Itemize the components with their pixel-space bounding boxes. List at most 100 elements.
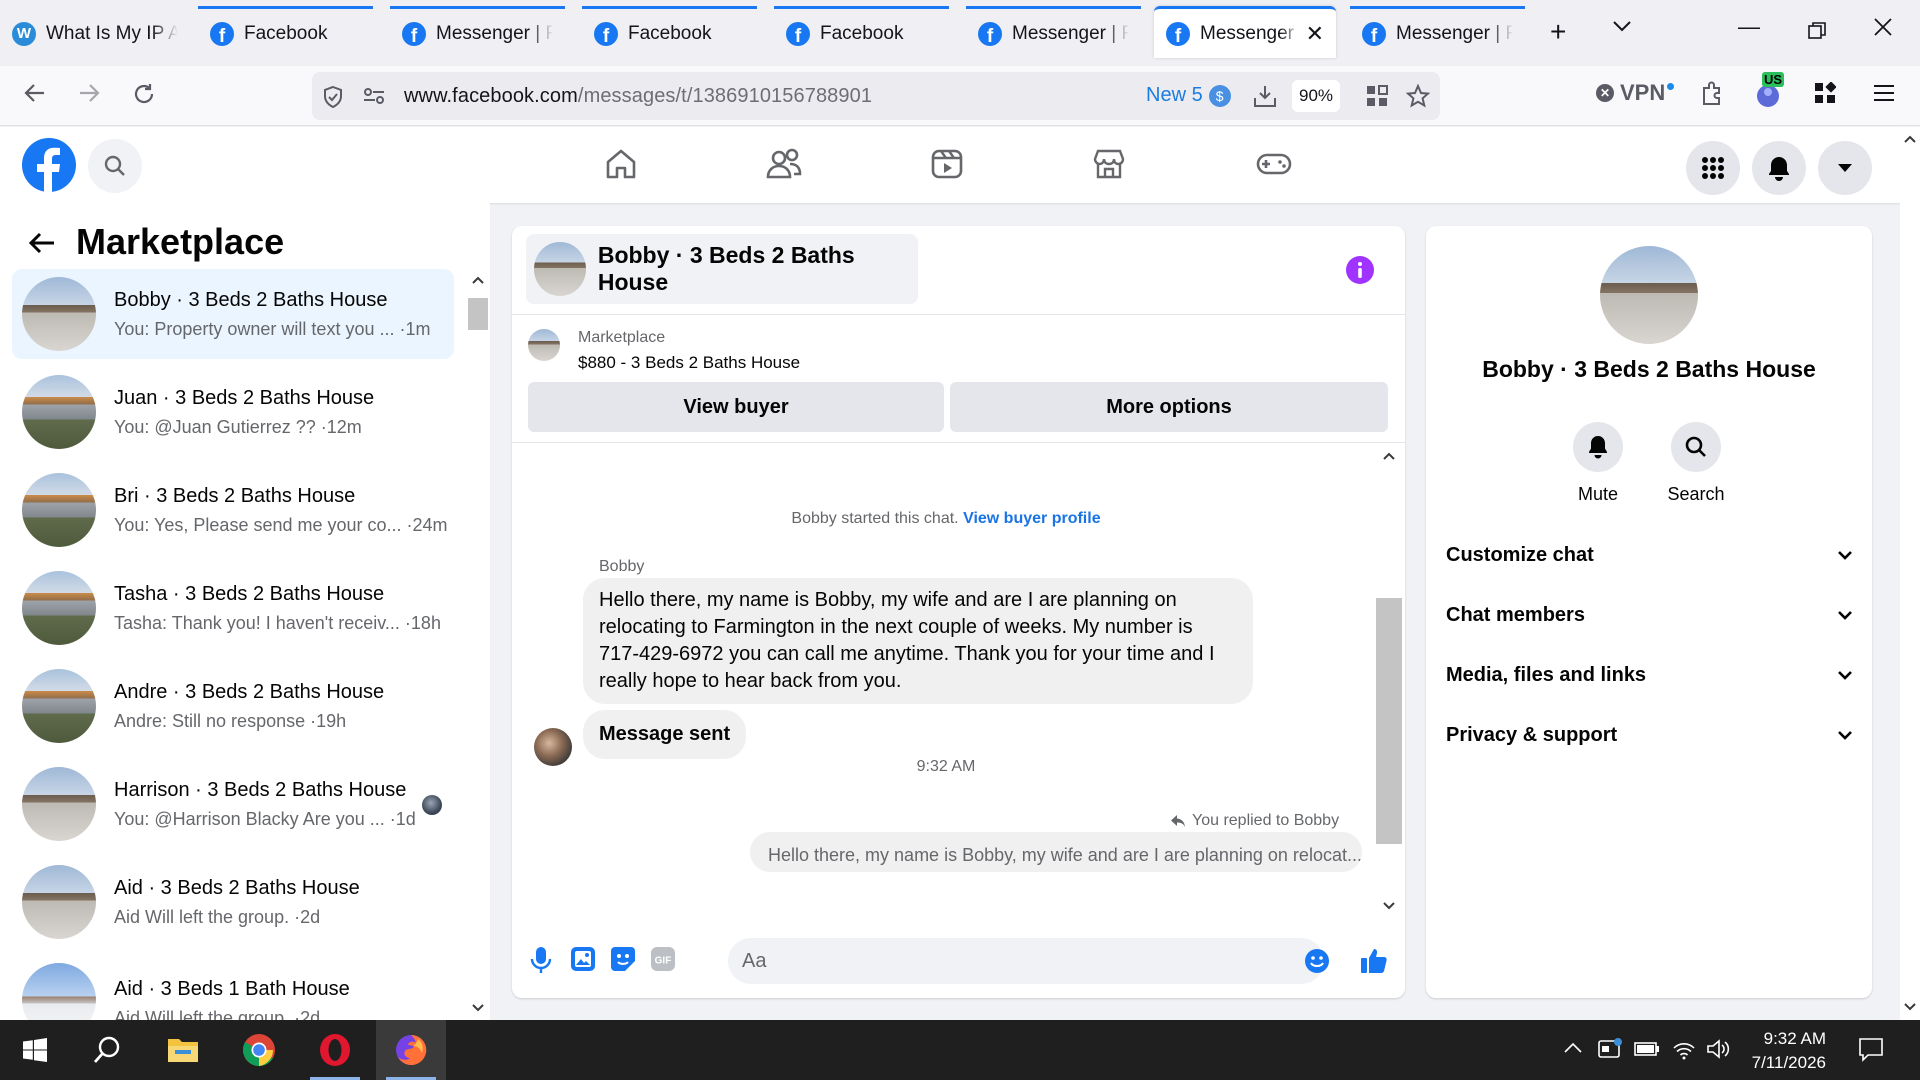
chat-scroll-thumb[interactable] [1376,598,1402,844]
fb-search-button[interactable] [88,139,142,193]
tab-list-chevron-icon[interactable] [1612,20,1632,32]
extensions-grid-icon[interactable] [1366,85,1388,107]
conversation-item[interactable]: Andre · 3 Beds 2 Baths House Andre: Still… [12,661,454,751]
message-thread: Bobby started this chat. View buyer prof… [512,444,1380,918]
scroll-up-icon[interactable] [472,276,484,284]
close-window-icon[interactable] [1874,18,1892,36]
tab-messenger[interactable]: f Messenger | Facebook [1350,6,1525,58]
vpn-button[interactable]: ✕ VPN [1596,80,1675,106]
bookmark-star-icon[interactable] [1406,84,1430,108]
conversation-item[interactable]: Bri · 3 Beds 2 Baths House You: Yes, Plea… [12,465,454,555]
scroll-down-icon[interactable] [1383,902,1395,910]
emoji-icon[interactable] [1304,948,1330,974]
view-buyer-profile-link[interactable]: View buyer profile [963,510,1101,527]
apps-grid-icon[interactable] [1814,82,1836,104]
account-button[interactable] [1818,141,1872,195]
conversation-item[interactable]: Aid · 3 Beds 2 Baths House Aid Will left … [12,857,454,947]
privacy-support-row[interactable]: Privacy & support [1446,712,1852,758]
tab-messenger[interactable]: f Messenger | Facebook [390,6,565,58]
thumbs-up-icon[interactable] [1360,946,1388,974]
listing-title[interactable]: $880 - 3 Beds 2 Baths House [578,353,800,373]
taskbar-clock[interactable]: 9:32 AM 7/11/2026 [1736,1027,1826,1075]
notifications-button[interactable] [1752,141,1806,195]
tab-facebook[interactable]: f Facebook [774,6,949,58]
conversation-item[interactable]: Tasha · 3 Beds 2 Baths House Tasha: Thank… [12,563,454,653]
opera-icon[interactable] [300,1020,370,1080]
minimize-icon[interactable]: — [1738,14,1760,40]
windows-start-icon[interactable] [0,1020,70,1080]
scroll-down-icon[interactable] [472,1004,484,1012]
microphone-icon[interactable] [530,946,552,974]
media-files-links-row[interactable]: Media, files and links [1446,652,1852,698]
firefox-icon[interactable] [376,1020,446,1080]
notification-center-icon[interactable] [1858,1036,1884,1062]
home-icon[interactable] [604,147,638,181]
message-bubble[interactable]: Message sent [583,710,747,759]
conversation-item[interactable]: Harrison · 3 Beds 2 Baths House You: @Har… [12,759,454,849]
marketplace-icon[interactable] [1092,147,1126,181]
shield-icon[interactable] [322,85,344,109]
vpn-region-avatar[interactable]: US [1754,72,1785,108]
meet-now-icon[interactable] [1598,1038,1622,1060]
gif-icon[interactable]: GIF [650,946,676,972]
quoted-message[interactable]: Hello there, my name is Bobby, my wife a… [750,832,1362,872]
sticker-icon[interactable] [610,946,636,972]
chat-header[interactable]: Bobby · 3 Beds 2 Baths House [526,234,918,304]
search-icon[interactable] [72,1020,142,1080]
sidebar-scroll-thumb[interactable] [468,298,488,330]
file-explorer-icon[interactable] [148,1020,218,1080]
conversation-preview: You: Yes, Please send me your co... ·24m [114,514,448,535]
scroll-up-icon[interactable] [1904,135,1916,143]
mute-button[interactable]: Mute [1558,422,1638,505]
tab-facebook[interactable]: f Facebook [198,6,373,58]
back-arrow-icon[interactable] [28,231,56,255]
sidebar-scrollbar[interactable] [466,268,490,1020]
message-bubble[interactable]: Hello there, my name is Bobby, my wife a… [583,578,1253,704]
restore-icon[interactable] [1808,22,1826,40]
volume-icon[interactable] [1706,1038,1730,1060]
tab-whatismyip[interactable]: W What Is My IP Address [0,6,190,58]
scroll-down-icon[interactable] [1904,1003,1916,1011]
friends-icon[interactable] [766,147,802,181]
message-input[interactable] [728,938,1324,984]
permissions-icon[interactable] [362,86,386,106]
battery-icon[interactable] [1634,1042,1660,1056]
customize-chat-row[interactable]: Customize chat [1446,532,1852,578]
tray-chevron-up-icon[interactable] [1564,1042,1582,1054]
tab-title: What Is My IP Address [46,22,178,44]
close-tab-icon[interactable]: ✕ [1306,21,1324,47]
extension-puzzle-icon[interactable] [1700,80,1724,106]
menu-hamburger-icon[interactable] [1874,84,1894,102]
facebook-logo-icon[interactable] [22,138,76,192]
tab-messenger[interactable]: f Messenger | Facebook [966,6,1141,58]
new-tab-icon[interactable]: + [1550,16,1566,48]
scroll-up-icon[interactable] [1383,452,1395,460]
forward-icon[interactable] [78,82,100,104]
watch-video-icon[interactable] [930,147,964,181]
address-bar[interactable]: www.facebook.com/messages/t/138691015678… [312,72,1440,120]
back-icon[interactable] [24,82,46,104]
view-buyer-button[interactable]: View buyer [528,382,944,432]
chat-members-row[interactable]: Chat members [1446,592,1852,638]
wifi-icon[interactable] [1672,1038,1696,1060]
url-text: www.facebook.com/messages/t/138691015678… [404,85,872,108]
menu-button[interactable] [1686,141,1740,195]
page-scrollbar[interactable] [1900,127,1920,1020]
mute-label: Mute [1577,484,1619,504]
reload-icon[interactable] [132,82,156,106]
info-icon[interactable] [1346,256,1374,284]
tab-facebook[interactable]: f Facebook [582,6,757,58]
chrome-icon[interactable] [224,1020,294,1080]
conversation-item[interactable]: Aid · 3 Beds 1 Bath House Aid Will left t… [12,955,454,1020]
gaming-icon[interactable] [1256,147,1292,181]
search-in-chat-button[interactable]: Search [1656,422,1736,505]
conversation-item[interactable]: Juan · 3 Beds 2 Baths House You: @Juan Gu… [12,367,454,457]
conversation-item[interactable]: Bobby · 3 Beds 2 Baths House You: Propert… [12,269,454,359]
new-badge[interactable]: New 5 $ [1146,84,1231,107]
photo-icon[interactable] [570,946,596,972]
tab-messenger-active[interactable]: f Messenger | Facebook ✕ [1154,6,1336,58]
more-options-button[interactable]: More options [950,382,1388,432]
download-icon[interactable] [1252,84,1278,108]
zoom-level[interactable]: 90% [1292,80,1340,112]
info-avatar[interactable] [1600,246,1698,344]
